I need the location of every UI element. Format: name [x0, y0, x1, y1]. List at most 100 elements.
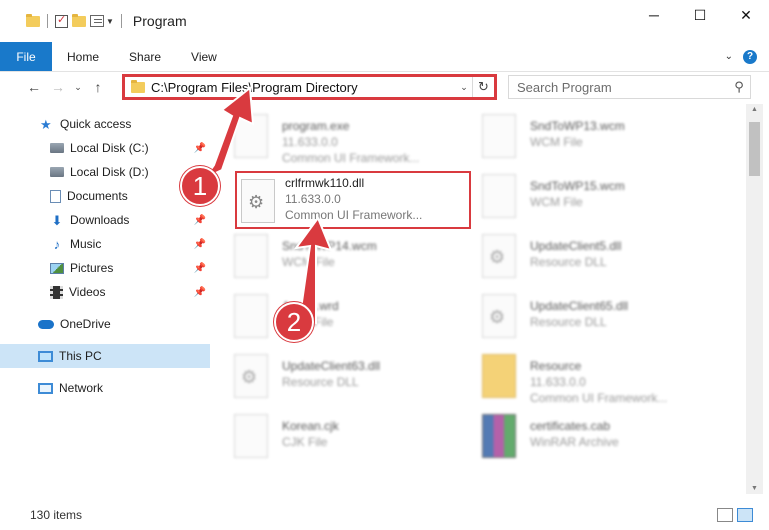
- file-name: SndToWP13.wcm: [530, 119, 625, 133]
- file-item-korean-cjk[interactable]: Korean.cjk CJK File: [218, 408, 458, 466]
- sidebar-item-music[interactable]: ♪ Music 📌: [0, 232, 210, 256]
- this-pc-icon: [38, 350, 53, 362]
- file-item-updateclient63-dll[interactable]: UpdateClient63.dll Resource DLL: [218, 348, 458, 406]
- wcm-file-icon: [234, 234, 268, 278]
- address-bar[interactable]: C:\Program Files\Program Directory ⌄ ↻: [122, 74, 497, 100]
- sidebar-item-documents[interactable]: Documents: [0, 184, 210, 208]
- search-icon[interactable]: ⚲: [728, 79, 750, 95]
- properties-icon[interactable]: [90, 15, 104, 27]
- tab-share[interactable]: Share: [114, 42, 176, 71]
- maximize-button[interactable]: ☐: [677, 0, 723, 30]
- help-icon[interactable]: ?: [743, 49, 757, 64]
- dll-file-icon: [482, 234, 516, 278]
- view-toggles: [717, 508, 753, 522]
- sidebar-item-label: This PC: [59, 349, 102, 363]
- forward-arrow-icon[interactable]: →: [46, 79, 70, 95]
- exe-file-icon: [234, 114, 268, 158]
- ribbon-tabs: File Home Share View ⌄ ?: [0, 42, 769, 72]
- file-name: SndToWP15.wcm: [530, 179, 625, 193]
- search-box[interactable]: ⚲: [508, 75, 751, 99]
- file-name: SndToWP14.wcm: [282, 239, 377, 253]
- large-icons-view-icon[interactable]: [737, 508, 753, 522]
- address-dropdown-icon[interactable]: ⌄: [456, 82, 472, 93]
- file-name: certificates.cab: [530, 419, 611, 433]
- file-type: WCM File: [530, 195, 583, 209]
- file-version: 11.633.0.0: [285, 192, 341, 206]
- tab-home[interactable]: Home: [52, 42, 114, 71]
- tab-file[interactable]: File: [0, 42, 52, 71]
- sidebar-item-downloads[interactable]: ⬇ Downloads 📌: [0, 208, 210, 232]
- pin-icon[interactable]: 📌: [194, 239, 206, 250]
- pin-icon[interactable]: 📌: [194, 215, 206, 226]
- back-arrow-icon[interactable]: ←: [22, 79, 46, 95]
- toolbar-separator: [47, 14, 48, 28]
- sidebar-item-label: Videos: [69, 285, 106, 299]
- up-arrow-icon[interactable]: ↑: [86, 79, 110, 95]
- file-name: UpdateClient5.dll: [530, 239, 622, 253]
- pin-icon[interactable]: 📌: [194, 263, 206, 274]
- sidebar-item-local-disk-c[interactable]: Local Disk (C:) 📌: [0, 136, 210, 160]
- file-type: CJK File: [282, 435, 328, 449]
- dll-file-icon: [482, 294, 516, 338]
- close-button[interactable]: ✕: [723, 0, 769, 30]
- scroll-up-icon[interactable]: ▲: [746, 106, 763, 113]
- new-folder-icon[interactable]: [72, 13, 86, 27]
- onedrive-icon: [38, 319, 54, 329]
- file-explorer-window: ▼ Program ─ ☐ ✕ File Home Share View ⌄ ?…: [0, 0, 769, 530]
- sidebar-item-label: Documents: [67, 189, 128, 203]
- file-item-resource[interactable]: Resource 11.633.0.0 Common UI Framework.…: [466, 348, 706, 406]
- pin-icon[interactable]: 📌: [194, 143, 206, 154]
- properties-check-icon[interactable]: [55, 13, 68, 28]
- sidebar-item-label: OneDrive: [60, 317, 111, 331]
- vertical-scrollbar[interactable]: ▲ ▼: [746, 104, 763, 494]
- videos-icon: [50, 285, 63, 299]
- file-item-updateclient5-dll[interactable]: UpdateClient5.dll Resource DLL: [466, 228, 706, 286]
- sidebar-item-onedrive[interactable]: OneDrive: [0, 312, 210, 336]
- sidebar-item-videos[interactable]: Videos 📌: [0, 280, 210, 304]
- expand-ribbon-icon[interactable]: ⌄: [725, 51, 733, 62]
- step-1-badge: 1: [180, 166, 220, 206]
- sidebar-item-this-pc[interactable]: This PC: [0, 344, 210, 368]
- file-name: UpdateClient63.dll: [282, 359, 381, 373]
- ribbon-right: ⌄ ?: [725, 42, 769, 71]
- music-icon: ♪: [53, 236, 61, 252]
- recent-locations-icon[interactable]: ⌄: [70, 82, 86, 93]
- file-item-program-exe[interactable]: program.exe 11.633.0.0 Common UI Framewo…: [218, 108, 458, 166]
- title-bar: ▼ Program ─ ☐ ✕: [0, 0, 769, 42]
- address-path[interactable]: C:\Program Files\Program Directory: [151, 80, 456, 95]
- sidebar-item-quick-access[interactable]: ★ Quick access: [0, 112, 210, 136]
- sidebar-item-local-disk-d[interactable]: Local Disk (D:): [0, 160, 210, 184]
- scroll-down-icon[interactable]: ▼: [746, 485, 763, 492]
- file-item-crlfrmwk110-dll[interactable]: crlfrmwk110.dll 11.633.0.0 Common UI Fra…: [235, 171, 471, 229]
- sidebar-item-network[interactable]: Network: [0, 376, 210, 400]
- file-item-updateclient65-dll[interactable]: UpdateClient65.dll Resource DLL: [466, 288, 706, 346]
- item-count: 130 items: [30, 508, 83, 522]
- pin-icon[interactable]: 📌: [194, 287, 206, 298]
- file-description: Common UI Framework...: [530, 391, 668, 405]
- sidebar-item-label: Local Disk (C:): [70, 141, 149, 155]
- details-view-icon[interactable]: [717, 508, 733, 522]
- file-item-sndtowp14-wcm[interactable]: SndToWP14.wcm WCM File: [218, 228, 458, 286]
- star-icon: ★: [40, 116, 52, 132]
- status-bar: 130 items: [0, 500, 769, 530]
- wrd-file-icon: [234, 294, 268, 338]
- refresh-icon[interactable]: ↻: [472, 77, 494, 97]
- file-item-sndtowp13-wcm[interactable]: SndToWP13.wcm WCM File: [466, 108, 706, 166]
- search-input[interactable]: [509, 79, 728, 95]
- file-description: Common UI Framework...: [285, 208, 423, 222]
- scrollbar-thumb[interactable]: [749, 122, 760, 176]
- file-type: Resource DLL: [530, 255, 607, 269]
- step-2-badge: 2: [274, 302, 314, 342]
- file-name: Korean.cjk: [282, 419, 339, 433]
- file-item-arabic-wrd[interactable]: Arabic.wrd WRD File: [218, 288, 458, 346]
- minimize-button[interactable]: ─: [631, 0, 677, 30]
- file-item-sndtowp15-wcm[interactable]: SndToWP15.wcm WCM File: [466, 168, 706, 226]
- file-type: WCM File: [530, 135, 583, 149]
- navigation-buttons: ← → ⌄ ↑: [0, 79, 110, 95]
- disk-icon: [50, 143, 64, 153]
- tab-view[interactable]: View: [176, 42, 232, 71]
- sidebar-item-pictures[interactable]: Pictures 📌: [0, 256, 210, 280]
- file-item-certificates-cab[interactable]: certificates.cab WinRAR Archive: [466, 408, 706, 466]
- file-version: 11.633.0.0: [282, 135, 338, 149]
- customize-toolbar-icon[interactable]: ▼: [106, 17, 114, 26]
